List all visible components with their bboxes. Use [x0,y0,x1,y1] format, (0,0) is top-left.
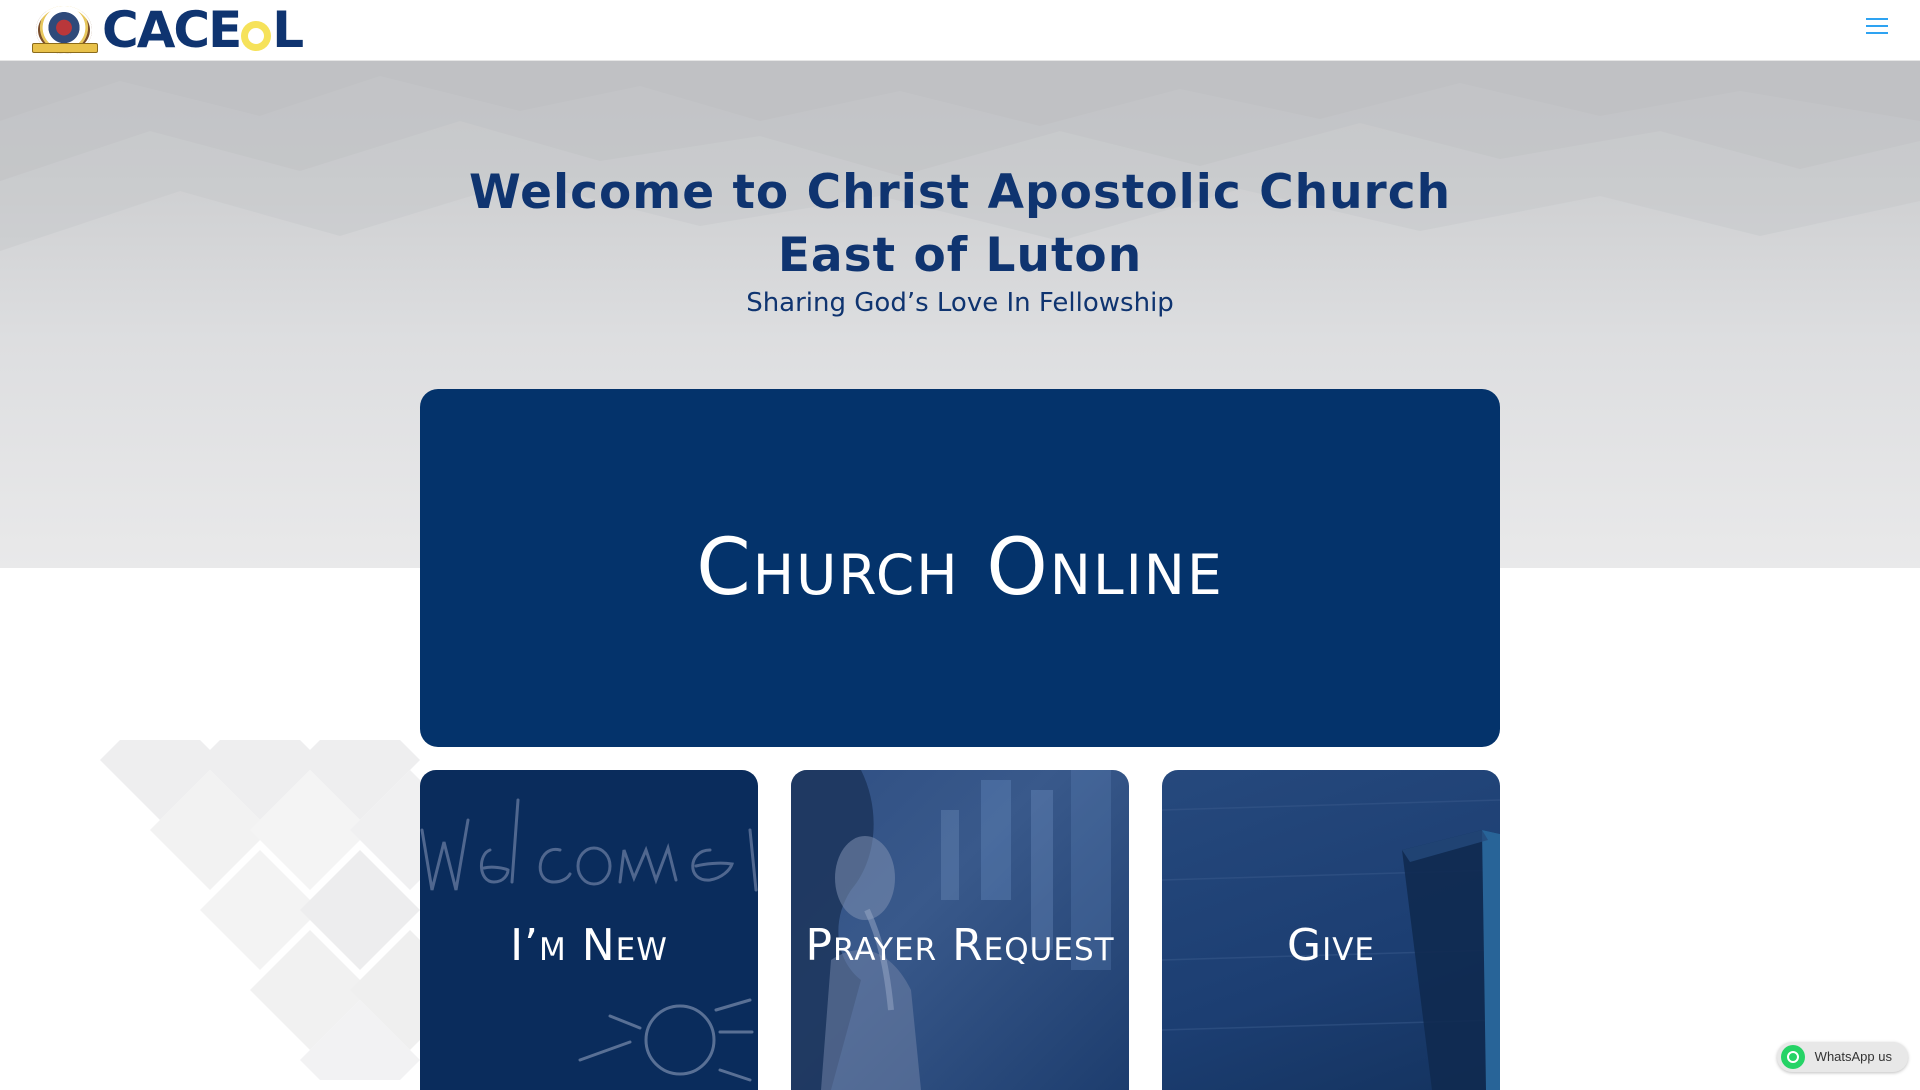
give-tile[interactable]: Give [1162,770,1500,1090]
whatsapp-chat-button[interactable]: WhatsApp us [1776,1042,1908,1072]
whatsapp-icon [1780,1045,1805,1069]
site-header: CACE L [0,0,1920,61]
prayer-request-label: Prayer Request [805,920,1115,971]
im-new-tile[interactable]: I’m New [420,770,758,1090]
logo-o-mark [241,21,272,51]
im-new-label: I’m New [510,920,668,971]
page-subtitle: Sharing God’s Love In Fellowship [746,288,1174,318]
hamburger-menu-icon[interactable] [1866,18,1888,36]
seal-ribbon [32,43,98,53]
church-online-button[interactable]: Church Online [420,389,1500,747]
prayer-request-tile[interactable]: Prayer Request [791,770,1129,1090]
logo-wordmark: CACE L [102,1,304,59]
logo-wordmark-part2: L [272,1,304,59]
page-title: Welcome to Christ Apostolic Church East … [468,165,1452,283]
logo-wordmark-part1: CACE [102,1,242,59]
give-label: Give [1286,920,1376,971]
church-online-label: Church Online [696,523,1224,613]
whatsapp-label: WhatsApp us [1814,1049,1892,1064]
